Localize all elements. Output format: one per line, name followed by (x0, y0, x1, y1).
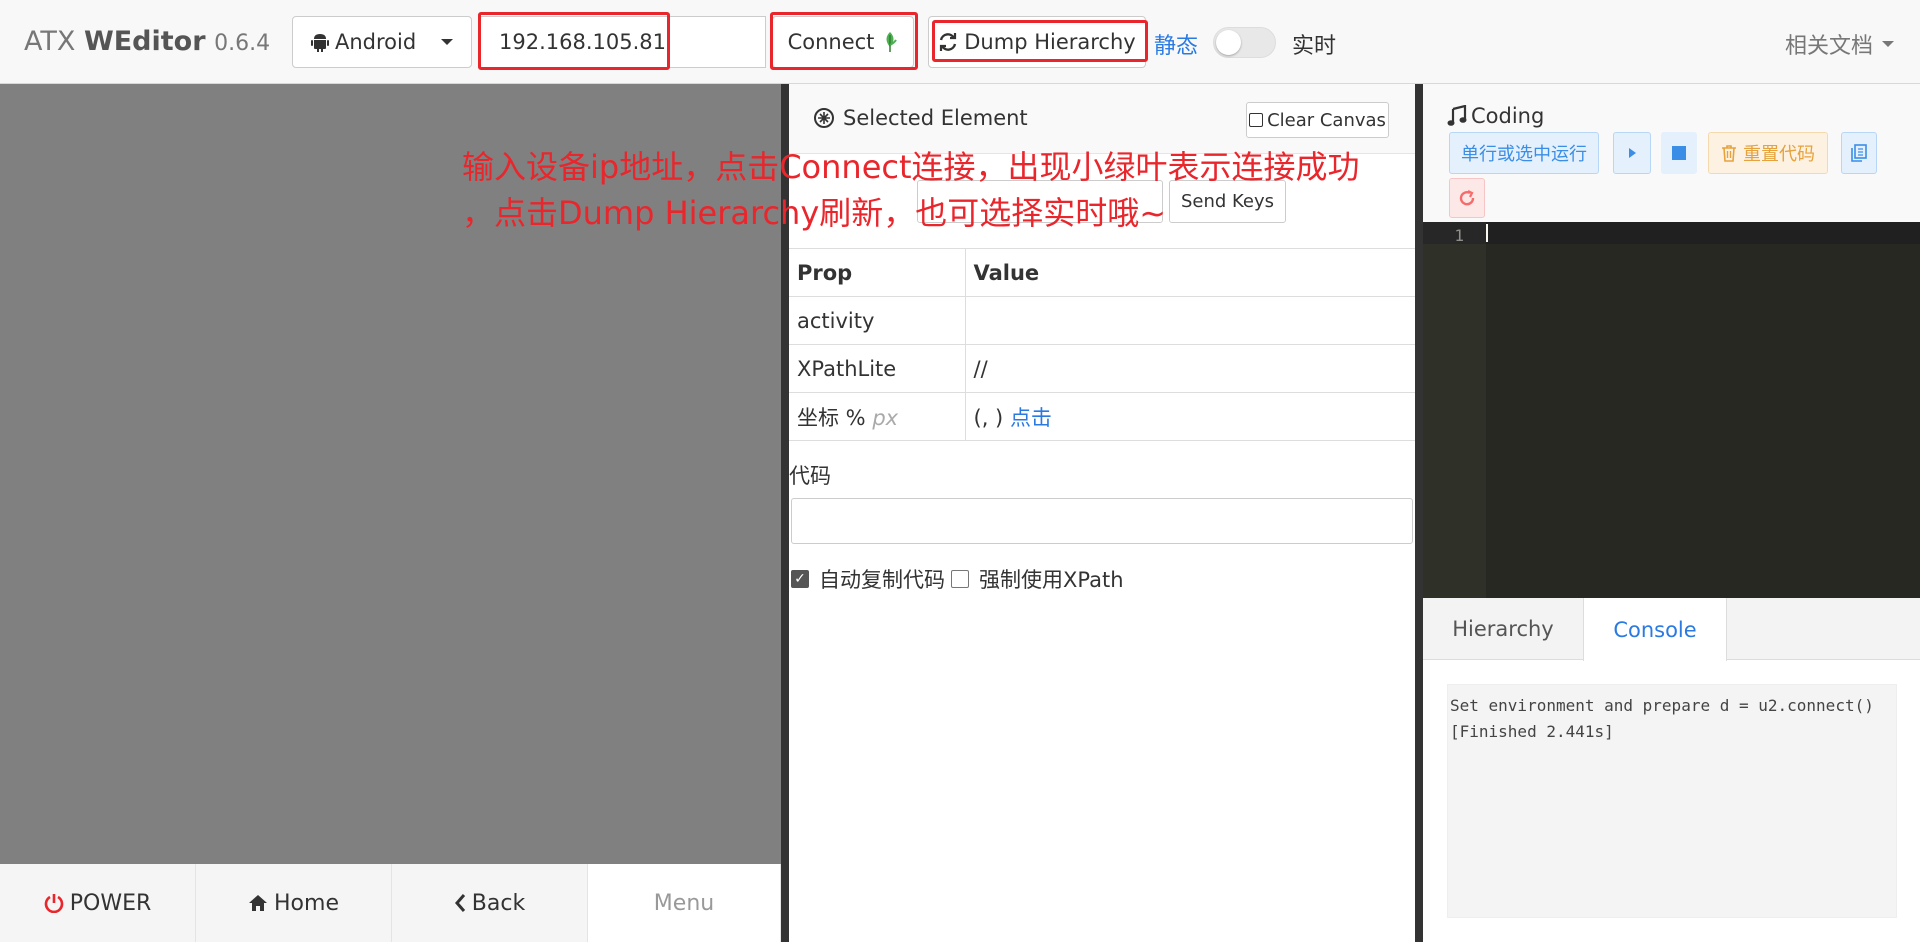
panel-divider-right[interactable] (1415, 84, 1423, 942)
code-output-input[interactable] (791, 498, 1413, 544)
annotation-text: 输入设备ip地址，点击Connect连接，出现小绿叶表示连接成功 ，点击Dump… (462, 144, 1392, 236)
realtime-toggle[interactable] (1213, 27, 1276, 58)
stop-button[interactable] (1661, 132, 1697, 174)
coding-header: Coding 单行或选中运行 重置代码 (1423, 84, 1920, 222)
static-mode-label[interactable]: 静态 (1154, 28, 1198, 60)
coding-title-text: Coding (1471, 104, 1545, 128)
clear-canvas-button[interactable]: Clear Canvas (1246, 102, 1389, 138)
auto-copy-checkbox[interactable]: ✓ (791, 570, 809, 588)
console-output: Set environment and prepare d = u2.conne… (1447, 684, 1897, 918)
coord-click-link[interactable]: 点击 (1010, 406, 1052, 430)
docs-label: 相关文档 (1785, 34, 1874, 59)
force-xpath-checkbox[interactable] (951, 570, 969, 588)
table-row: XPathLite // (789, 344, 1415, 393)
copy-icon (1851, 144, 1867, 162)
auto-copy-label: 自动复制代码 (819, 568, 945, 592)
col-prop-header: Prop (789, 248, 966, 297)
code-editor[interactable]: 1 (1423, 222, 1920, 598)
chevron-left-icon (454, 894, 465, 912)
top-navbar: ATX WEditor 0.6.4 Android 192.168.105.81… (0, 0, 1920, 84)
brand-prefix: ATX (24, 26, 84, 57)
prop-cell: 坐标 % px (789, 392, 966, 441)
coord-value: (, ) (973, 405, 1004, 430)
copy-code-button[interactable] (1841, 132, 1877, 174)
reset-code-button[interactable]: 重置代码 (1708, 132, 1828, 174)
coding-title: Coding (1447, 104, 1544, 128)
coord-prop-label: 坐标 % (797, 405, 866, 430)
platform-select-value: Android (335, 30, 417, 54)
props-table-header: Prop Value (789, 248, 1415, 297)
home-button[interactable]: Home (196, 864, 392, 942)
value-cell (965, 296, 1415, 345)
menu-label: Menu (653, 890, 715, 916)
caret-down-icon (441, 39, 454, 45)
home-label: Home (274, 890, 339, 916)
run-button[interactable] (1613, 132, 1651, 174)
dump-highlight-box (932, 20, 1148, 62)
back-button[interactable]: Back (392, 864, 588, 942)
checkbox-icon (1249, 113, 1264, 127)
code-options: ✓ 自动复制代码 强制使用XPath (791, 564, 1124, 594)
tab-hierarchy[interactable]: Hierarchy (1423, 598, 1583, 660)
coding-panel: Coding 单行或选中运行 重置代码 1 Hierarchy Console … (1423, 84, 1920, 942)
redo-icon (1459, 190, 1475, 206)
brand-bold: WEditor (83, 26, 206, 57)
annotation-line-2: ，点击Dump Hierarchy刷新，也可选择实时哦~ (462, 194, 1167, 232)
run-selection-label: 单行或选中运行 (1461, 144, 1587, 165)
brand-version: 0.6.4 (214, 31, 271, 56)
realtime-mode-label: 实时 (1292, 34, 1337, 59)
run-selection-button[interactable]: 单行或选中运行 (1449, 132, 1599, 174)
tab-hierarchy-label: Hierarchy (1452, 617, 1554, 641)
connect-highlight-box (770, 12, 918, 70)
active-line-highlight (1423, 222, 1920, 244)
bottom-tabs: Hierarchy Console (1423, 598, 1920, 661)
play-icon (1629, 148, 1636, 158)
coord-px-toggle[interactable]: px (872, 406, 898, 430)
android-icon (311, 34, 329, 52)
power-button[interactable]: POWER (0, 864, 196, 942)
back-label: Back (471, 890, 526, 916)
props-table: Prop Value activity XPathLite // 坐标 % px… (789, 248, 1415, 441)
annotation-line-1: 输入设备ip地址，点击Connect连接，出现小绿叶表示连接成功 (462, 148, 1360, 186)
prop-cell: activity (789, 296, 966, 345)
line-number: 1 (1454, 226, 1464, 245)
stop-icon (1672, 146, 1686, 160)
tab-console[interactable]: Console (1583, 598, 1727, 661)
editor-gutter: 1 (1423, 222, 1486, 598)
value-cell: // (965, 344, 1415, 393)
force-xpath-label: 强制使用XPath (979, 568, 1124, 592)
col-value-header: Value (965, 248, 1415, 297)
music-note-icon (1447, 105, 1467, 126)
selected-element-title: Selected Element (813, 106, 1028, 130)
power-icon (44, 894, 63, 913)
crosshair-icon (814, 108, 834, 128)
tab-console-label: Console (1613, 617, 1697, 642)
editor-cursor (1486, 224, 1488, 242)
trash-icon (1722, 145, 1736, 162)
caret-down-icon (1882, 41, 1895, 47)
table-row: 坐标 % px (, ) 点击 (789, 392, 1415, 441)
prop-cell: XPathLite (789, 344, 966, 393)
clear-canvas-label: Clear Canvas (1267, 109, 1386, 131)
selected-element-title-text: Selected Element (843, 106, 1028, 130)
reset-code-label: 重置代码 (1743, 144, 1815, 165)
code-label: 代码 (789, 464, 831, 488)
brand-title: ATX WEditor 0.6.4 (24, 26, 270, 57)
power-label: POWER (69, 890, 152, 916)
menu-button[interactable]: Menu (588, 864, 781, 942)
device-button-bar: POWER Home Back Menu (0, 864, 781, 942)
realtime-toggle-knob (1216, 30, 1241, 55)
value-cell: (, ) 点击 (965, 392, 1415, 441)
ip-highlight-box (478, 12, 670, 70)
home-icon (249, 895, 268, 911)
docs-dropdown[interactable]: 相关文档 (1785, 28, 1895, 60)
restart-button[interactable] (1449, 178, 1485, 218)
table-row: activity (789, 296, 1415, 345)
platform-select[interactable]: Android (292, 16, 472, 68)
